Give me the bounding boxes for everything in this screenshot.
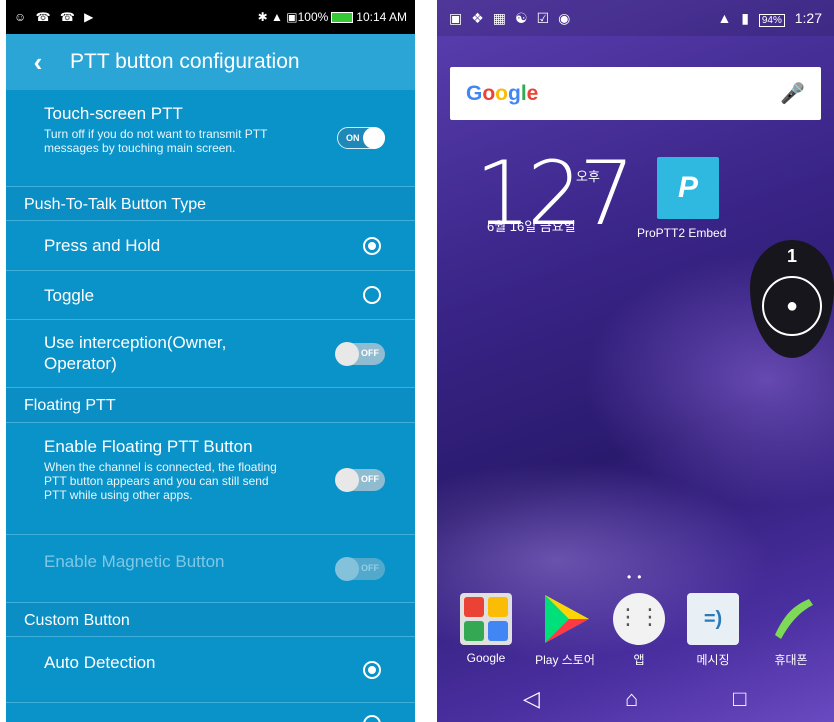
- interception-toggle[interactable]: OFF: [335, 342, 385, 366]
- messaging-icon[interactable]: =): [687, 593, 739, 645]
- proptt-app-icon[interactable]: P: [657, 157, 719, 219]
- wifi-icon: ▲: [717, 9, 732, 26]
- battery-icon: [331, 11, 354, 23]
- dropbox-icon: ❖: [471, 9, 484, 26]
- interception-row[interactable]: Use interception(Owner, Operator) OFF: [6, 320, 415, 388]
- sf-icon: ◉: [558, 9, 571, 26]
- image-icon: ▦: [492, 9, 507, 26]
- home-icon[interactable]: ⌂: [625, 686, 638, 712]
- app-bar: ‹ PTT button configuration: [6, 34, 415, 90]
- notification-icons: ☺ ☎ ☎ ▶: [14, 10, 97, 24]
- toggle-option[interactable]: Toggle: [6, 271, 415, 320]
- nav-bar: ◁ ⌂ □: [437, 680, 834, 722]
- auto-detection-radio[interactable]: [363, 661, 381, 679]
- back-icon[interactable]: ◁: [523, 686, 540, 712]
- home-screen: ▣ ❖ ▦ ☯ ☑ ◉ ▲ ▮ 94% 1:27 Google 🎤 127 오후 6월 1…: [437, 0, 834, 722]
- auto-detection-option[interactable]: Auto Detection: [6, 637, 415, 703]
- google-logo: Google: [466, 81, 539, 105]
- clock-ampm: 오후: [576, 169, 600, 184]
- app-notif-icon: ☯: [515, 9, 528, 26]
- magnetic-toggle: OFF: [335, 557, 385, 581]
- dock-label-phone: 휴대폰: [774, 653, 808, 667]
- touch-ptt-toggle[interactable]: ON: [337, 127, 385, 149]
- section-custom: Custom Button: [6, 603, 415, 637]
- google-folder-icon[interactable]: [460, 593, 512, 645]
- section-floating: Floating PTT: [6, 388, 415, 423]
- touch-ptt-title: Touch-screen PTT: [44, 104, 183, 123]
- back-arrow-icon[interactable]: ‹: [6, 47, 70, 78]
- home-status-bar: ▣ ❖ ▦ ☯ ☑ ◉ ▲ ▮ 94% 1:27: [437, 0, 834, 36]
- notification-icons: ▣ ❖ ▦ ☯ ☑ ◉: [449, 10, 579, 27]
- status-bar: ☺ ☎ ☎ ▶ ✱ ▲ ▣100% 10:14 AM: [6, 0, 415, 34]
- mic-icon: ●: [762, 276, 822, 336]
- ptt-settings-screen: ☺ ☎ ☎ ▶ ✱ ▲ ▣100% 10:14 AM ‹ PTT button …: [6, 0, 415, 722]
- status-time: 10:14 AM: [356, 10, 407, 24]
- press-hold-option[interactable]: Press and Hold: [6, 221, 415, 271]
- floating-row[interactable]: Enable Floating PTT Button When the chan…: [6, 423, 415, 535]
- page-indicator: ••: [627, 570, 648, 584]
- status-time: 1:27: [794, 9, 822, 26]
- battery-percent: 94%: [758, 13, 785, 27]
- play-store-icon[interactable]: [539, 593, 591, 645]
- recents-icon[interactable]: □: [733, 686, 746, 712]
- dock-label-google: Google: [466, 651, 506, 665]
- proptt-app-label: ProPTT2 Embed: [637, 226, 727, 240]
- clock-date: 6월 16일 금요일: [487, 219, 576, 234]
- touch-ptt-desc: Turn off if you do not want to transmit …: [44, 127, 268, 155]
- floating-ptt-count: 1: [786, 246, 797, 266]
- page-title: PTT button configuration: [70, 50, 300, 73]
- dock-label-play: Play 스토어: [535, 653, 595, 667]
- google-search-bar[interactable]: Google 🎤: [450, 67, 821, 120]
- screenshot-icon: ▣: [449, 9, 463, 26]
- press-hold-radio[interactable]: [363, 237, 381, 255]
- status-icons: ✱ ▲ ▣100%: [257, 10, 329, 24]
- mic-icon[interactable]: 🎤: [780, 81, 805, 106]
- app-drawer-icon[interactable]: ⋮⋮: [613, 593, 665, 645]
- magnetic-row: Enable Magnetic Button OFF: [6, 535, 415, 603]
- toggle-radio[interactable]: [363, 286, 381, 304]
- dock-label-apps: 앱: [633, 653, 645, 667]
- partial-row[interactable]: [6, 703, 415, 722]
- checklist-icon: ☑: [536, 9, 550, 26]
- floating-ptt-button[interactable]: 1 ●: [750, 240, 834, 360]
- partial-radio[interactable]: [363, 715, 381, 722]
- sim-icon: ▮: [741, 9, 749, 26]
- dock-label-messaging: 메시징: [696, 653, 730, 667]
- section-ptt-type: Push-To-Talk Button Type: [6, 187, 415, 221]
- touch-ptt-row[interactable]: Touch-screen PTT Turn off if you do not …: [6, 90, 415, 187]
- phone-icon[interactable]: [765, 593, 817, 645]
- floating-toggle[interactable]: OFF: [335, 468, 385, 492]
